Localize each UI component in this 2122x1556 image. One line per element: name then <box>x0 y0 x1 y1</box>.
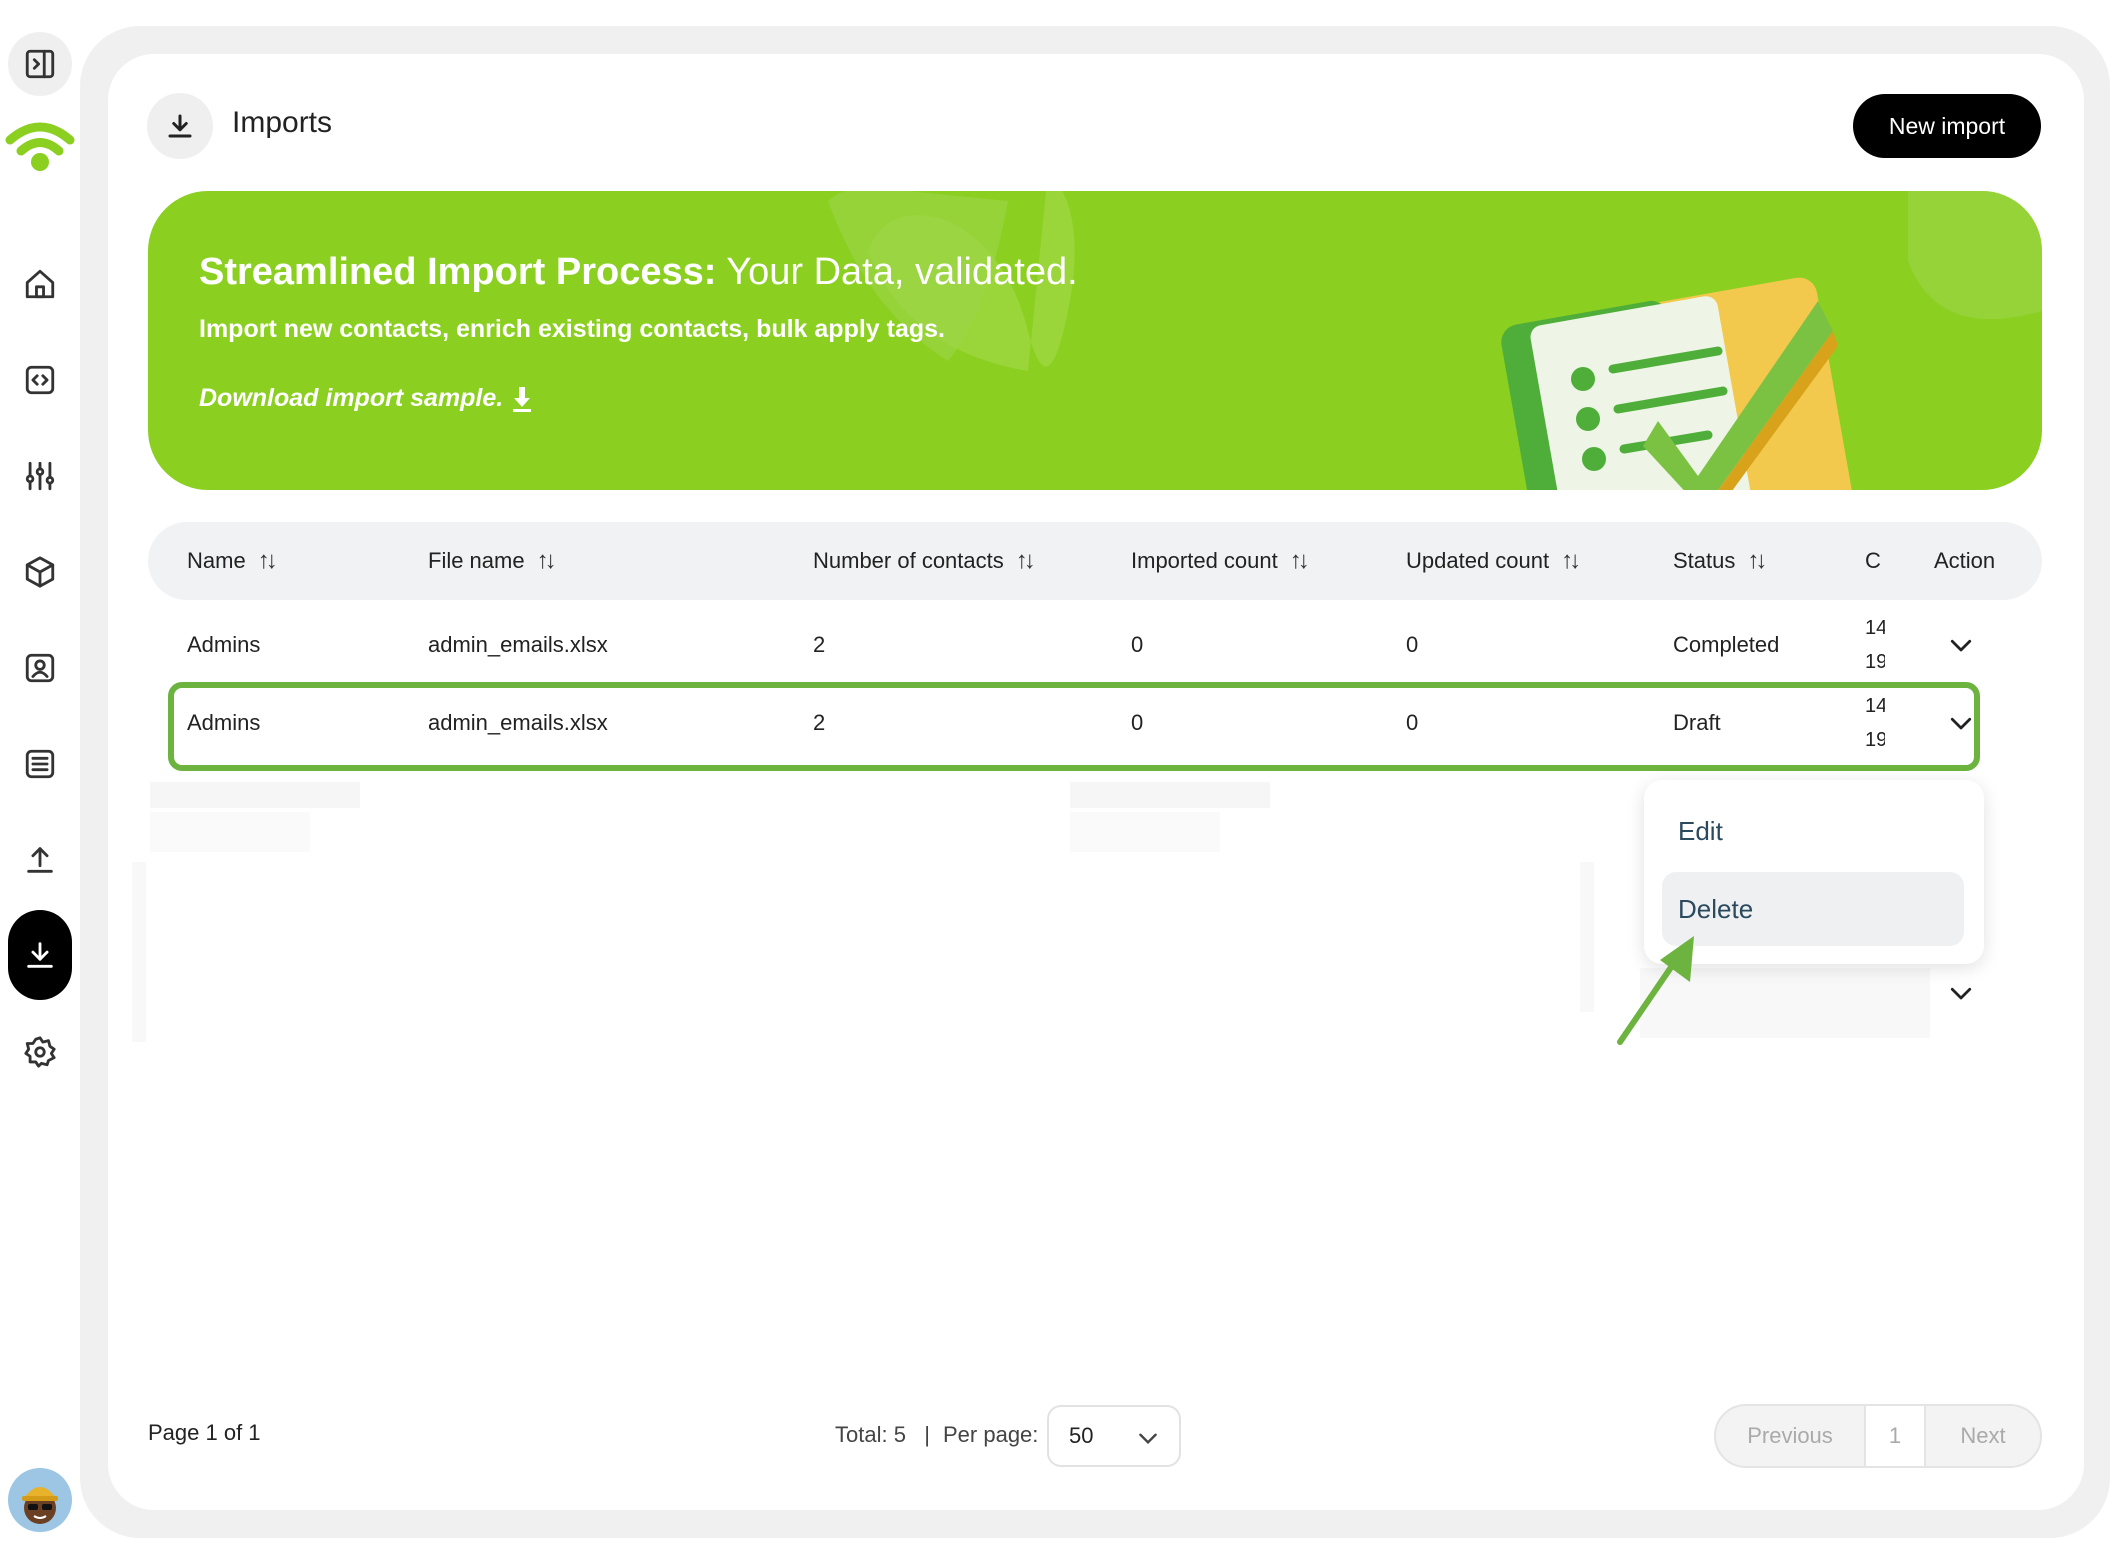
banner-title-rest: Your Data, validated. <box>716 251 1078 293</box>
col-header-number-of-contacts[interactable]: Number of contacts ↑↓ <box>813 522 1036 600</box>
cell-updated: 0 <box>1406 632 1419 657</box>
blurred-content <box>1070 782 1270 808</box>
sort-icon[interactable]: ↑↓ <box>1747 547 1767 575</box>
cell-file-name: admin_emails.xlsx <box>428 632 608 657</box>
previous-page-button[interactable]: Previous <box>1716 1406 1866 1466</box>
cell-contacts: 2 <box>813 632 826 657</box>
blurred-content <box>1070 812 1220 852</box>
chevron-down-icon <box>1139 1433 1157 1445</box>
total-label: Total: 5 <box>835 1422 906 1447</box>
banner-title-bold: Streamlined Import Process: <box>199 251 717 293</box>
gear-icon <box>24 1036 56 1068</box>
footer-separator: | <box>924 1422 930 1447</box>
col-header-file-name[interactable]: File name ↑↓ <box>428 522 557 600</box>
promo-banner: Streamlined Import Process: Your Data, v… <box>148 191 2042 490</box>
col-header-name[interactable]: Name ↑↓ <box>187 522 278 600</box>
new-import-button[interactable]: New import <box>1853 94 2041 158</box>
user-avatar[interactable] <box>8 1468 72 1532</box>
upload-icon <box>27 847 53 873</box>
banner-subtitle: Import new contacts, enrich existing con… <box>199 315 945 343</box>
table-header: Name ↑↓ File name ↑↓ Number of contacts ↑↓ … <box>148 522 2042 600</box>
col-header-updated-count[interactable]: Updated count ↑↓ <box>1406 522 1581 600</box>
sidebar-item-code[interactable] <box>8 348 72 412</box>
sort-icon[interactable]: ↑↓ <box>1290 547 1310 575</box>
sidebar-item-home[interactable] <box>8 252 72 316</box>
sidebar-toggle-button[interactable] <box>8 32 72 96</box>
sidebar-item-products[interactable] <box>8 540 72 604</box>
sidebar <box>0 0 80 1556</box>
code-icon <box>25 365 55 395</box>
banner-title: Streamlined Import Process: Your Data, v… <box>199 251 1078 294</box>
col-label: Name <box>187 548 246 573</box>
col-label: Updated count <box>1406 548 1550 573</box>
sidebar-item-exports[interactable] <box>8 828 72 892</box>
download-icon <box>27 942 53 968</box>
col-label: C <box>1865 548 1881 573</box>
sidebar-item-lists[interactable] <box>8 732 72 796</box>
page-title: Imports <box>232 106 333 139</box>
blurred-content <box>132 862 146 1042</box>
total-count: Total: 5 | <box>835 1422 930 1448</box>
cell-imported: 0 <box>1131 632 1144 657</box>
checklist-illustration <box>1501 277 1857 490</box>
chevron-down-icon <box>1950 987 1972 1000</box>
sliders-icon <box>25 461 55 491</box>
col-label: Number of contacts <box>813 548 1004 573</box>
per-page-label: Per page: <box>943 1422 1039 1447</box>
row-action-toggle[interactable] <box>1946 630 1976 660</box>
download-sample-link[interactable]: Download import sample. <box>199 384 533 413</box>
blurred-content <box>150 812 310 852</box>
menu-item-edit[interactable]: Edit <box>1662 794 1964 868</box>
download-sample-label: Download import sample. <box>199 384 504 412</box>
blurred-content <box>1580 862 1594 1012</box>
page-info: Page 1 of 1 <box>148 1420 261 1445</box>
cell-created-line1: 14 <box>1865 617 1885 639</box>
col-label: Imported count <box>1131 548 1278 573</box>
cell-created: 14 19 <box>1865 610 1885 680</box>
home-icon <box>25 269 55 299</box>
row-highlight-annotation <box>168 682 1980 771</box>
col-label: Status <box>1673 548 1736 573</box>
annotation-arrow <box>1617 936 1694 1045</box>
download-icon <box>168 114 192 138</box>
sort-icon[interactable]: ↑↓ <box>1016 547 1036 575</box>
row-action-toggle[interactable] <box>1946 978 1976 1008</box>
per-page-value: 50 <box>1069 1423 1094 1448</box>
col-header-status[interactable]: Status ↑↓ <box>1673 522 1767 600</box>
col-header-created[interactable]: C <box>1865 522 1885 600</box>
sort-icon[interactable]: ↑↓ <box>1561 547 1581 575</box>
blurred-content <box>150 782 360 808</box>
sort-icon[interactable]: ↑↓ <box>537 547 557 575</box>
sidebar-item-contacts[interactable] <box>8 636 72 700</box>
contact-card-icon <box>25 653 55 683</box>
sort-icon[interactable]: ↑↓ <box>258 547 278 575</box>
download-arrow-icon <box>513 386 532 412</box>
col-header-imported-count[interactable]: Imported count ↑↓ <box>1131 522 1310 600</box>
pagination: Previous 1 Next <box>1714 1404 2042 1468</box>
col-header-action: Action <box>1934 548 1996 573</box>
next-page-button[interactable]: Next <box>1926 1406 2040 1466</box>
chevron-down-icon <box>1950 639 1972 652</box>
cell-name: Admins <box>187 632 261 657</box>
sidebar-item-settings[interactable] <box>8 1020 72 1084</box>
list-icon <box>25 749 55 779</box>
sidebar-item-settings-sliders[interactable] <box>8 444 72 508</box>
cube-icon <box>25 556 55 588</box>
cell-status: Completed <box>1673 632 1780 657</box>
avatar-icon <box>22 1487 58 1524</box>
table-row: Admins admin_emails.xlsx 2 0 0 Completed… <box>148 610 2042 680</box>
col-label: File name <box>428 548 525 573</box>
wifi-logo-icon <box>5 122 75 171</box>
cell-created-line2: 19 <box>1865 651 1885 673</box>
imports-header-icon-circle <box>147 93 213 159</box>
sidebar-item-imports[interactable] <box>8 910 72 1000</box>
sidebar-toggle-icon <box>25 49 55 79</box>
page-number-button[interactable]: 1 <box>1866 1406 1926 1466</box>
per-page-select[interactable]: 50 <box>1047 1405 1181 1467</box>
